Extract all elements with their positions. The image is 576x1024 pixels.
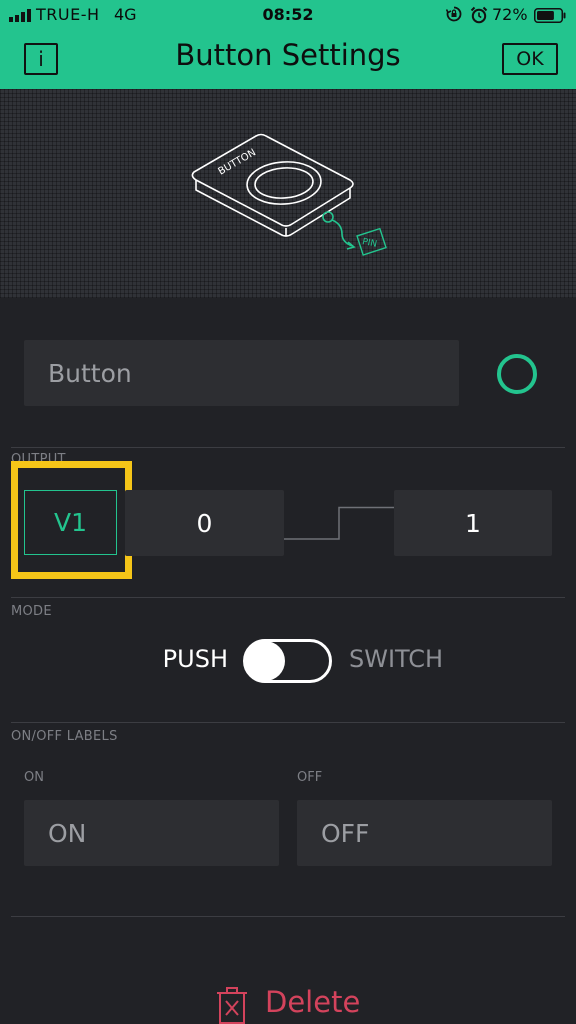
battery-icon <box>534 8 566 23</box>
mode-switch-label[interactable]: SWITCH <box>349 645 443 673</box>
delete-button[interactable]: Delete <box>265 985 360 1019</box>
divider <box>11 916 565 917</box>
carrier-name: TRUE-H <box>36 5 100 24</box>
widget-color-picker[interactable] <box>497 354 537 394</box>
pin-label: PIN <box>361 237 378 250</box>
network-type: 4G <box>114 5 137 24</box>
status-time: 08:52 <box>262 5 314 24</box>
status-bar: TRUE-H 4G 08:52 72% <box>0 0 576 30</box>
alarm-icon <box>470 6 488 24</box>
battery-percent: 72% <box>492 5 528 24</box>
page-title: Button Settings <box>175 38 401 72</box>
widget-name-input[interactable]: Button <box>24 340 459 406</box>
onoff-section-label: ON/OFF LABELS <box>11 729 118 744</box>
toggle-knob[interactable] <box>245 641 285 681</box>
info-button[interactable]: i <box>24 43 58 75</box>
mode-push-label[interactable]: PUSH <box>150 645 228 673</box>
off-label-input[interactable]: OFF <box>297 800 552 866</box>
device-label: BUTTON <box>216 147 258 177</box>
ok-button[interactable]: OK <box>502 43 558 75</box>
output-low-value-input[interactable]: 0 <box>125 490 284 556</box>
pin-selector-highlight <box>11 461 132 579</box>
on-label: ON <box>24 770 44 785</box>
divider <box>11 447 565 448</box>
on-label-input[interactable]: ON <box>24 800 279 866</box>
output-high-value-input[interactable]: 1 <box>394 490 552 556</box>
step-line-icon <box>284 506 394 540</box>
signal-icon <box>9 9 31 22</box>
divider <box>11 722 565 723</box>
trash-icon[interactable] <box>216 986 248 1024</box>
off-label: OFF <box>297 770 323 785</box>
rotation-lock-icon <box>446 6 462 22</box>
divider <box>11 597 565 598</box>
mode-section-label: MODE <box>11 604 52 619</box>
button-device-illustration: BUTTON PIN <box>191 133 387 256</box>
